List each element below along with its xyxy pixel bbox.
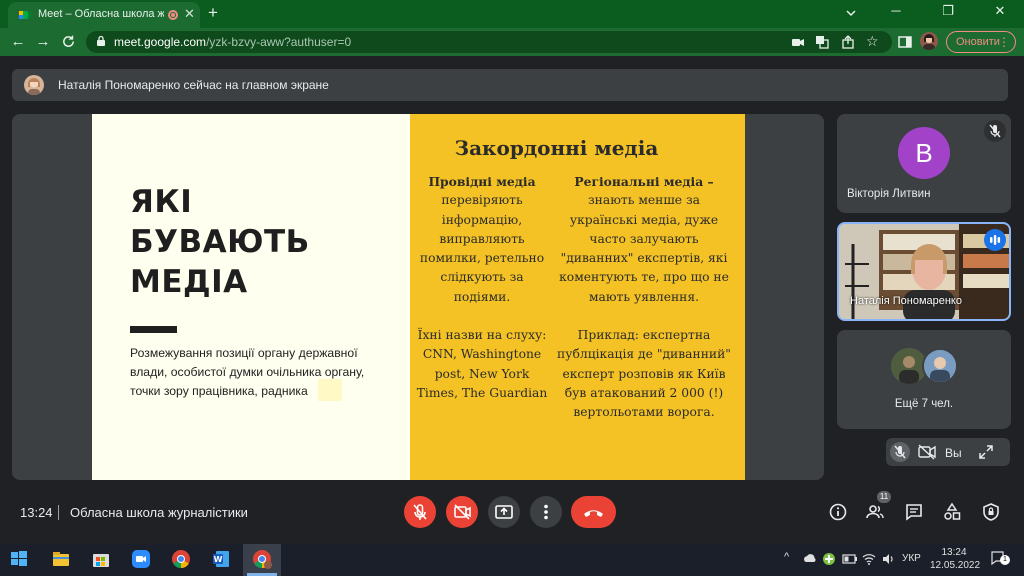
tab-title: Meet – Обласна школа жур bbox=[38, 8, 164, 20]
taskbar-clock[interactable]: 13:24 12.05.2022 bbox=[930, 546, 981, 572]
mic-off-icon bbox=[413, 504, 427, 520]
taskbar-date: 12.05.2022 bbox=[930, 560, 981, 571]
bookmark-star-icon[interactable]: ☆ bbox=[866, 33, 879, 50]
meeting-clock: 13:24 bbox=[20, 505, 53, 520]
column-heading: Регіональні медіа – bbox=[574, 174, 714, 189]
column-paragraph: Їхні назви на слуху: CNN, Washingtone po… bbox=[416, 328, 548, 400]
google-meet-icon bbox=[19, 11, 31, 19]
windows-start-icon[interactable] bbox=[8, 548, 30, 570]
slide-subtitle: Розмежування позиції органу державної вл… bbox=[130, 346, 365, 398]
meeting-name: Обласна школа журналістики bbox=[70, 505, 248, 520]
more-participants-tile[interactable] bbox=[837, 330, 1011, 429]
url-text[interactable]: meet.google.com/yzk-bzvy-aww?authuser=0 bbox=[114, 35, 351, 49]
onedrive-icon[interactable] bbox=[803, 552, 817, 566]
presenter-avatar bbox=[24, 75, 44, 95]
presenter-banner-text: Наталія Пономаренко сейчас на главном эк… bbox=[58, 78, 329, 92]
volume-icon[interactable] bbox=[881, 552, 895, 566]
camera-off-icon bbox=[454, 504, 471, 520]
tab-search-chevron-icon[interactable] bbox=[845, 8, 857, 18]
slide-divider-bar bbox=[130, 326, 177, 333]
present-screen-button[interactable] bbox=[488, 496, 520, 528]
camera-toggle-button[interactable] bbox=[446, 496, 478, 528]
meeting-info-icon[interactable] bbox=[828, 502, 848, 522]
taskbar-time: 13:24 bbox=[941, 547, 967, 558]
browser-tab-meet[interactable]: Meet – Обласна школа жур ✕ bbox=[8, 2, 200, 28]
slide-heading-line: ЯКІ bbox=[130, 184, 193, 220]
notification-count-badge: 1 bbox=[1000, 555, 1010, 565]
slide-column-leading-media: Провідні медіа перевіряють інформацію, в… bbox=[416, 172, 548, 403]
security-green-icon[interactable] bbox=[822, 552, 836, 566]
battery-icon[interactable] bbox=[842, 553, 858, 565]
slide-highlight-mark bbox=[318, 379, 342, 401]
window-restore-button[interactable]: ❐ bbox=[928, 3, 968, 19]
more-participants-label: Ещё 7 чел. bbox=[894, 398, 954, 410]
column-paragraph: перевіряють інформацію, виправляють поми… bbox=[419, 193, 545, 304]
reload-icon[interactable] bbox=[61, 34, 76, 49]
lock-icon[interactable] bbox=[96, 35, 106, 47]
tray-overflow-chevron-icon[interactable]: ^ bbox=[784, 551, 789, 563]
participant-avatar-initial: B bbox=[898, 127, 950, 179]
back-arrow-icon[interactable]: ← bbox=[8, 33, 28, 50]
people-icon[interactable] bbox=[865, 502, 885, 522]
slide-column-regional-media: Регіональні медіа – знають менше за укра… bbox=[556, 172, 732, 423]
share-icon[interactable] bbox=[840, 34, 856, 50]
window-minimize-button[interactable]: ─ bbox=[876, 3, 916, 18]
participant-muted-icon bbox=[984, 120, 1006, 142]
hang-up-icon bbox=[584, 510, 603, 517]
svg-text:W: W bbox=[214, 555, 223, 564]
forward-arrow-icon[interactable]: → bbox=[33, 33, 53, 50]
slide-heading-line: БУВАЮТЬ bbox=[130, 224, 310, 260]
side-panel-icon[interactable] bbox=[897, 34, 913, 50]
input-language-indicator[interactable]: УКР bbox=[902, 553, 921, 564]
column-paragraph: знають менше за українські медіа, дуже ч… bbox=[559, 193, 729, 304]
chrome-icon[interactable] bbox=[170, 548, 192, 570]
more-options-button[interactable] bbox=[530, 496, 562, 528]
present-screen-icon bbox=[495, 505, 513, 519]
window-close-button[interactable]: ✕ bbox=[980, 3, 1020, 19]
expand-icon[interactable] bbox=[978, 444, 994, 460]
file-explorer-icon[interactable] bbox=[50, 548, 72, 570]
new-tab-button[interactable]: + bbox=[208, 3, 218, 23]
participant-name: Наталія Пономаренко bbox=[850, 295, 962, 307]
mic-toggle-button[interactable] bbox=[404, 496, 436, 528]
tab-close-icon[interactable]: ✕ bbox=[184, 6, 195, 22]
update-chrome-button[interactable]: Оновити bbox=[946, 31, 1016, 53]
speaking-indicator-icon bbox=[984, 229, 1006, 251]
recording-indicator-icon bbox=[168, 10, 178, 20]
profile-avatar[interactable] bbox=[920, 32, 938, 50]
word-icon[interactable]: W bbox=[210, 548, 232, 570]
self-camera-off-icon[interactable] bbox=[917, 444, 937, 460]
chrome-profile-icon[interactable] bbox=[251, 548, 273, 570]
slide-heading-line: МЕДІА bbox=[130, 264, 248, 300]
slide-right-title: Закордонні медіа bbox=[454, 136, 659, 160]
camera-in-use-icon[interactable] bbox=[790, 34, 806, 50]
zoom-icon[interactable] bbox=[130, 548, 152, 570]
host-controls-icon[interactable] bbox=[981, 502, 1001, 522]
chat-icon[interactable] bbox=[904, 502, 924, 522]
leave-call-button[interactable] bbox=[571, 496, 616, 528]
slide-heading: ЯКІ БУВАЮТЬ МЕДІА bbox=[130, 182, 310, 302]
column-paragraph: Приклад: експертна публцікація де "диван… bbox=[557, 328, 731, 420]
notifications-button[interactable]: 1 bbox=[991, 551, 1010, 566]
profile-photo-icon bbox=[923, 34, 935, 50]
participant-thumbnail-avatar bbox=[922, 348, 958, 384]
participant-name: Вікторія Литвин bbox=[847, 188, 931, 200]
microsoft-store-icon[interactable] bbox=[90, 548, 112, 570]
self-mic-off-icon[interactable] bbox=[890, 442, 910, 462]
column-heading: Провідні медіа bbox=[428, 174, 536, 189]
activities-icon[interactable] bbox=[942, 502, 962, 522]
more-vert-icon bbox=[544, 504, 548, 520]
clock-divider bbox=[58, 505, 59, 520]
people-count-badge: 11 bbox=[877, 491, 891, 503]
translate-icon[interactable] bbox=[814, 34, 830, 50]
presenter-photo-icon bbox=[28, 78, 40, 95]
wifi-icon[interactable] bbox=[862, 552, 876, 566]
self-view-label: Вы bbox=[945, 446, 962, 460]
